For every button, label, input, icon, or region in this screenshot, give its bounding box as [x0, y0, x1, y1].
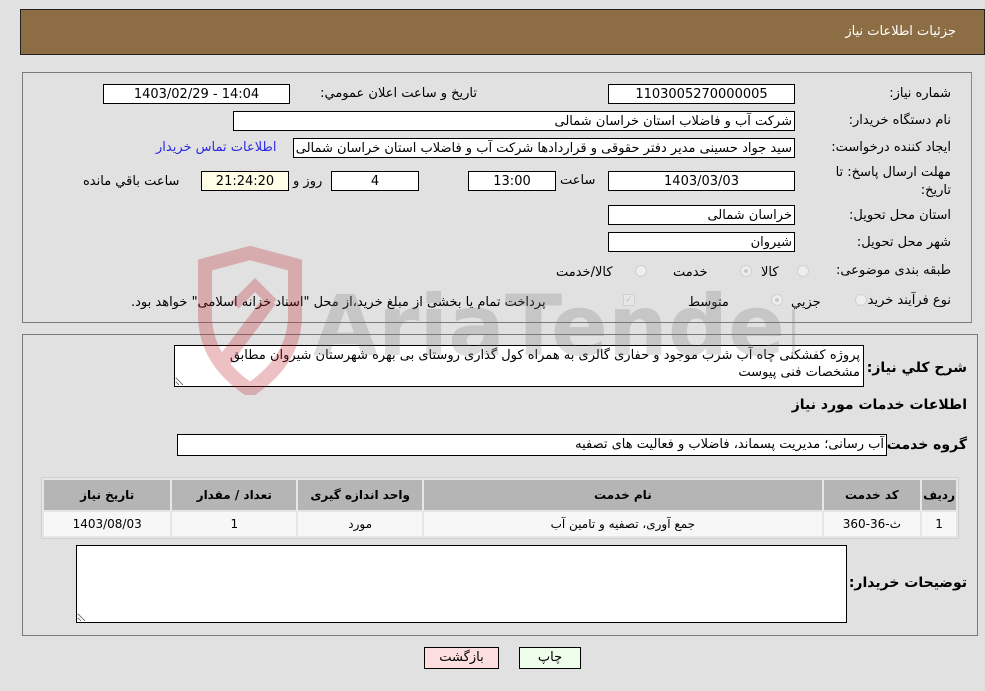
creator-label: ایجاد کننده درخواست:	[831, 140, 951, 155]
print-button[interactable]: چاپ	[519, 647, 581, 669]
cell-service-name: جمع آوری، تصفیه و تامین آب	[424, 512, 822, 536]
services-table: ردیف کد خدمت نام خدمت واحد اندازه گیری ت…	[41, 477, 959, 539]
process-radio-minor[interactable]	[855, 294, 867, 306]
process-label: نوع فرآیند خرید :	[859, 293, 951, 308]
cell-need-date: 1403/08/03	[44, 512, 171, 536]
cell-unit: مورد	[298, 512, 423, 536]
buyer-org-field[interactable]: شرکت آب و فاضلاب استان خراسان شمالی	[233, 111, 795, 131]
services-heading: اطلاعات خدمات مورد نیاز	[791, 397, 967, 413]
table-row: 1 ث-36-360 جمع آوری، تصفیه و تامین آب مو…	[44, 512, 956, 536]
col-header-quantity: تعداد / مقدار	[172, 480, 297, 510]
page-header: جزئیات اطلاعات نیاز	[20, 9, 985, 55]
col-header-service-name: نام خدمت	[424, 480, 822, 510]
remaining-days-field[interactable]: 4	[331, 171, 419, 191]
col-header-need-date: تاریخ نیاز	[44, 480, 171, 510]
category-radio-service[interactable]	[740, 265, 752, 277]
description-label: شرح کلي نیاز:	[866, 360, 967, 376]
buyer-notes-textarea[interactable]	[76, 545, 847, 623]
deadline-time-label: ساعت	[560, 173, 596, 188]
days-label: روز و	[293, 174, 323, 189]
category-radio-goods[interactable]	[797, 265, 809, 277]
buyer-contact-link[interactable]: اطلاعات تماس خریدار	[156, 140, 276, 155]
need-info-panel: شماره نیاز: 1103005270000005 تاریخ و ساع…	[22, 72, 972, 323]
category-label: طبقه بندی موضوعی:	[835, 263, 951, 278]
description-textarea[interactable]: پروژه کفشکنی چاه آب شرب موجود و حفاری گا…	[174, 345, 864, 387]
buyer-org-label: نام دستگاه خریدار:	[848, 113, 951, 128]
province-label: استان محل تحویل:	[849, 208, 951, 223]
buyer-notes-label: توضیحات خریدار:	[848, 575, 967, 591]
remaining-label: ساعت باقي مانده	[83, 174, 180, 189]
city-field[interactable]: شیروان	[608, 232, 795, 252]
deadline-label: مهلت ارسال پاسخ: تا	[835, 165, 951, 180]
deadline-label-date: تاریخ:	[920, 183, 951, 198]
need-details-panel: شرح کلي نیاز: پروژه کفشکنی چاه آب شرب مو…	[22, 334, 978, 636]
cell-service-code: ث-36-360	[823, 512, 921, 536]
service-group-field[interactable]: آب رسانی؛ مدیریت پسماند، فاضلاب و فعالیت…	[177, 434, 887, 456]
province-field[interactable]: خراسان شمالی	[608, 205, 795, 225]
category-option-goods: کالا	[761, 265, 779, 280]
deadline-date-field[interactable]: 1403/03/03	[608, 171, 795, 191]
remaining-time-field[interactable]: 21:24:20	[201, 171, 289, 191]
city-label: شهر محل تحویل:	[856, 235, 951, 250]
back-button[interactable]: بازگشت	[424, 647, 499, 669]
cell-quantity: 1	[172, 512, 297, 536]
page-title: جزئیات اطلاعات نیاز	[845, 24, 956, 39]
need-number-label: شماره نیاز:	[889, 86, 951, 101]
category-option-service: خدمت	[673, 265, 708, 280]
process-radio-medium[interactable]	[771, 294, 783, 306]
cell-row-number: 1	[922, 512, 956, 536]
col-header-row-number: ردیف	[922, 480, 956, 510]
col-header-service-code: کد خدمت	[823, 480, 921, 510]
treasury-checkbox-label: پرداخت تمام یا بخشی از مبلغ خرید،از محل …	[131, 295, 546, 310]
table-header-row: ردیف کد خدمت نام خدمت واحد اندازه گیری ت…	[44, 480, 956, 510]
col-header-unit: واحد اندازه گیری	[298, 480, 423, 510]
category-option-goods-service: کالا/خدمت	[556, 265, 613, 280]
service-group-label: گروه خدمت:	[881, 437, 967, 453]
creator-field[interactable]: سید جواد حسینی مدیر دفتر حقوقی و قرارداد…	[293, 138, 795, 158]
need-number-field[interactable]: 1103005270000005	[608, 84, 795, 104]
category-radio-goods-service[interactable]	[635, 265, 647, 277]
process-option-medium: متوسط	[688, 295, 729, 310]
treasury-checkbox[interactable]: ✓	[623, 294, 635, 306]
announce-datetime-field[interactable]: 1403/02/29 - 14:04	[103, 84, 290, 104]
process-option-minor: جزيي	[791, 295, 821, 310]
deadline-time-field[interactable]: 13:00	[468, 171, 556, 191]
announce-datetime-label: تاریخ و ساعت اعلان عمومي:	[320, 86, 477, 101]
